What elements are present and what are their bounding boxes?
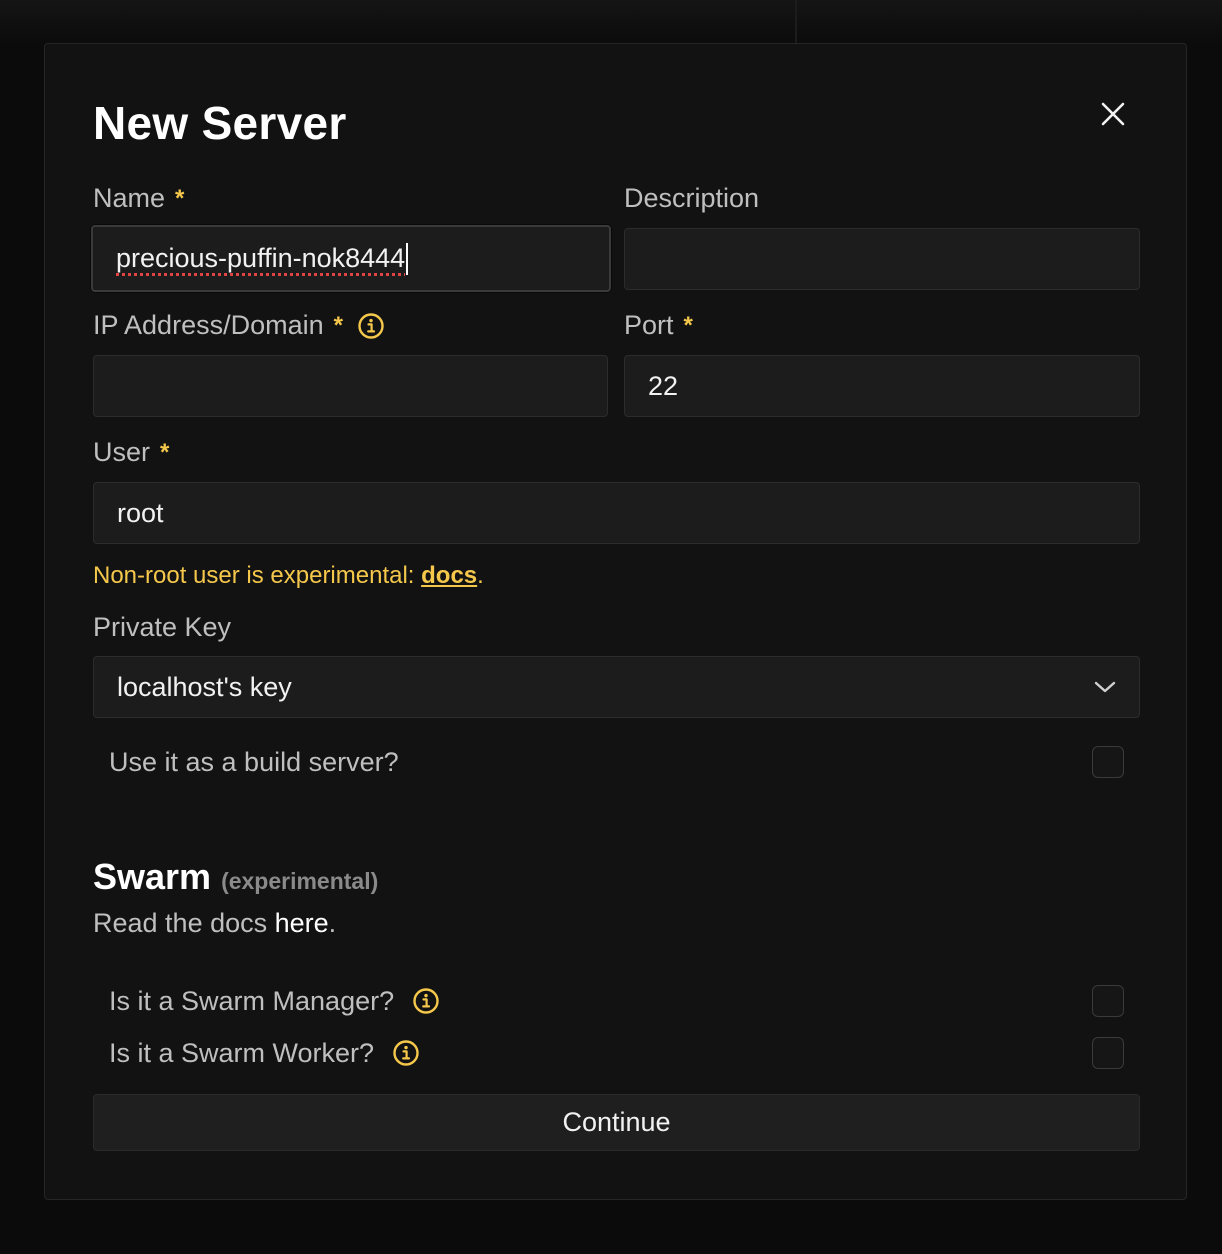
- required-mark: *: [160, 438, 170, 466]
- info-icon[interactable]: [357, 312, 385, 340]
- swarm-docs-line: Read the docs here.: [93, 908, 336, 939]
- build-server-checkbox[interactable]: [1092, 746, 1124, 778]
- name-label: Name *: [93, 183, 184, 214]
- swarm-docs-link[interactable]: here: [275, 908, 329, 938]
- name-input-value: precious-puffin-nok8444: [116, 243, 406, 273]
- private-key-label: Private Key: [93, 612, 231, 643]
- swarm-title: Swarm: [93, 856, 212, 897]
- info-icon[interactable]: [392, 1039, 420, 1067]
- dialog-title: New Server: [93, 97, 347, 149]
- name-label-text: Name: [93, 183, 166, 213]
- description-input[interactable]: [624, 228, 1140, 290]
- required-mark: *: [333, 311, 343, 339]
- swarm-worker-label: Is it a Swarm Worker?: [109, 1037, 375, 1068]
- required-mark: *: [175, 184, 185, 212]
- port-label: Port *: [624, 310, 693, 341]
- port-input[interactable]: 22: [624, 355, 1140, 417]
- close-icon: [1101, 102, 1125, 126]
- ip-label-text: IP Address/Domain: [93, 310, 324, 340]
- swarm-worker-row: Is it a Swarm Worker?: [109, 1033, 1124, 1073]
- continue-button[interactable]: Continue: [93, 1094, 1140, 1151]
- warning-suffix: .: [477, 562, 484, 589]
- text-caret: [406, 242, 409, 275]
- ip-label: IP Address/Domain *: [93, 310, 385, 341]
- port-label-text: Port: [624, 310, 674, 340]
- chevron-down-icon: [1094, 681, 1116, 693]
- port-input-value: 22: [648, 370, 679, 401]
- build-server-row: Use it as a build server?: [109, 742, 1124, 782]
- swarm-worker-checkbox[interactable]: [1092, 1037, 1124, 1069]
- swarm-section-title: Swarm (experimental): [93, 856, 378, 898]
- ip-input[interactable]: [93, 355, 608, 417]
- private-key-label-text: Private Key: [93, 612, 232, 642]
- swarm-manager-label: Is it a Swarm Manager?: [109, 985, 395, 1016]
- swarm-manager-checkbox[interactable]: [1092, 985, 1124, 1017]
- name-input[interactable]: precious-puffin-nok8444: [91, 225, 611, 292]
- swarm-docs-suffix: .: [328, 908, 337, 938]
- warning-text: Non-root user is experimental:: [93, 562, 422, 589]
- backdrop: [0, 0, 1222, 44]
- private-key-select[interactable]: localhost's key: [93, 656, 1140, 718]
- user-input-value: root: [117, 497, 164, 528]
- user-label-text: User: [93, 437, 151, 467]
- swarm-manager-row: Is it a Swarm Manager?: [109, 981, 1124, 1021]
- swarm-docs-prefix: Read the docs: [93, 908, 275, 938]
- info-icon[interactable]: [412, 987, 440, 1015]
- docs-link[interactable]: docs: [421, 562, 477, 589]
- required-mark: *: [683, 311, 693, 339]
- new-server-dialog: New Server Name * precious-puffin-nok844…: [44, 43, 1187, 1200]
- description-label-text: Description: [624, 183, 760, 213]
- user-label: User *: [93, 437, 169, 468]
- user-input[interactable]: root: [93, 482, 1140, 544]
- description-label: Description: [624, 183, 759, 214]
- close-button[interactable]: [1098, 99, 1128, 129]
- backdrop-divider: [795, 0, 797, 44]
- non-root-warning: Non-root user is experimental: docs.: [93, 562, 484, 590]
- private-key-selected-value: localhost's key: [117, 671, 292, 702]
- experimental-tag: (experimental): [221, 868, 379, 894]
- build-server-label: Use it as a build server?: [109, 746, 399, 777]
